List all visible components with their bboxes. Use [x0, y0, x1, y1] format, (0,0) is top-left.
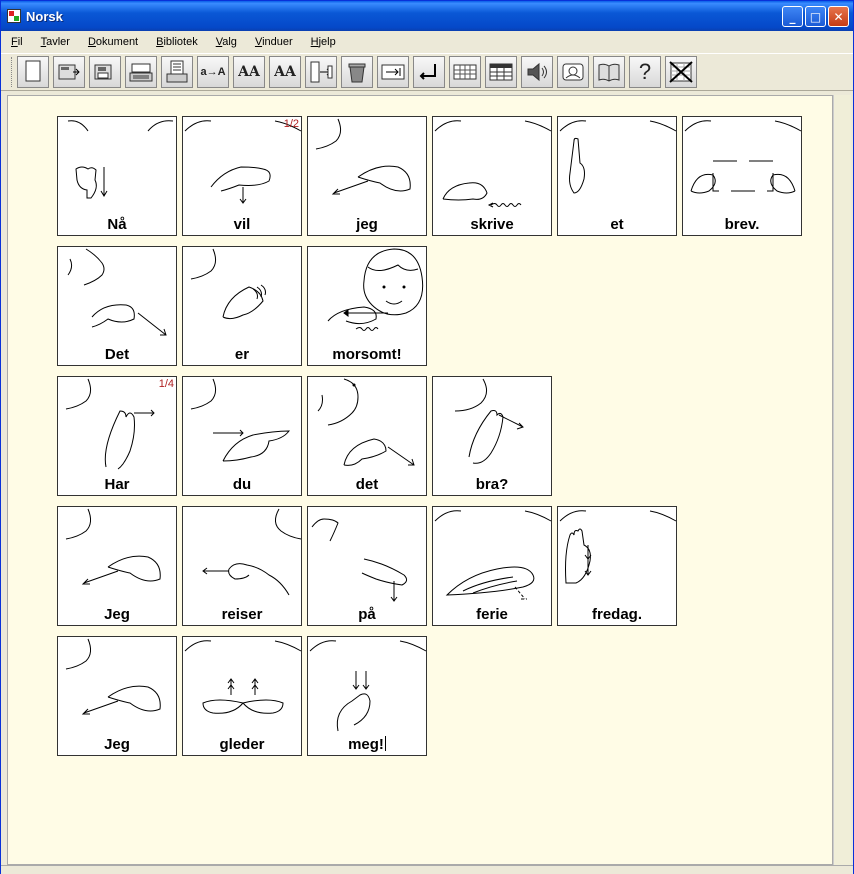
title-bar[interactable]: Norsk _ □ ✕ — [1, 1, 853, 31]
menu-tavler[interactable]: Tavler — [41, 36, 70, 48]
sign-word: fredag. — [591, 606, 642, 623]
tab-icon — [381, 64, 405, 80]
sign-word: ferie — [476, 606, 508, 623]
sign-word: Jeg — [104, 736, 130, 753]
vertical-scrollbar[interactable] — [833, 95, 851, 865]
new-document-button[interactable] — [17, 56, 49, 88]
page-indicator: 1/4 — [158, 378, 174, 390]
app-icon[interactable] — [7, 9, 21, 23]
sign-word: er — [234, 346, 250, 363]
menu-fil[interactable]: Fil — [11, 36, 23, 48]
sign-word: bra? — [475, 476, 509, 493]
help-button[interactable]: ? — [629, 56, 661, 88]
table-icon — [489, 63, 513, 81]
speak-button[interactable] — [521, 56, 553, 88]
sign-word: vil — [233, 216, 251, 233]
application-window: Norsk _ □ ✕ Fil Tavler Dokument Bibliote… — [0, 0, 854, 874]
exit-button[interactable] — [665, 56, 697, 88]
trash-icon — [348, 63, 366, 83]
sign-word: du — [232, 476, 252, 493]
window-title: Norsk — [26, 8, 63, 24]
sign-card[interactable]: gleder — [182, 636, 302, 756]
sign-word: meg! — [348, 736, 386, 753]
sign-word: på — [358, 606, 376, 623]
insert-arrow-icon — [310, 61, 333, 83]
sign-word: Nå — [107, 216, 127, 233]
page-indicator: 1/2 — [283, 118, 299, 130]
tab-forward-button[interactable] — [377, 56, 409, 88]
sign-word: det — [355, 476, 379, 493]
sign-card[interactable]: skrive — [432, 116, 552, 236]
new-line-button[interactable] — [413, 56, 445, 88]
sign-card[interactable]: morsomt! — [307, 246, 427, 366]
picture-icon — [562, 63, 584, 81]
sign-card[interactable]: du — [182, 376, 302, 496]
sign-card[interactable]: på — [307, 506, 427, 626]
menu-bibliotek[interactable]: Bibliotek — [156, 36, 198, 48]
sign-word: brev. — [724, 216, 760, 233]
sign-card[interactable]: Jeg — [57, 506, 177, 626]
sign-card[interactable]: ferie — [432, 506, 552, 626]
sign-word: Har — [104, 476, 130, 493]
toolbar: a→A AA AA ? — [1, 53, 853, 91]
enter-icon — [419, 64, 436, 80]
document-area[interactable]: Nå 1/2 vil jeg skrive et brev. Det er mo… — [7, 95, 833, 865]
print-preview-button[interactable] — [125, 56, 157, 88]
sign-word: skrive — [470, 216, 514, 233]
sign-card[interactable]: Jeg — [57, 636, 177, 756]
sign-card[interactable]: jeg — [307, 116, 427, 236]
open-button[interactable] — [53, 56, 85, 88]
delete-button[interactable] — [341, 56, 373, 88]
sign-word: morsomt! — [332, 346, 402, 363]
menu-hjelp[interactable]: Hjelp — [311, 36, 336, 48]
dictionary-button[interactable] — [593, 56, 625, 88]
maximize-button[interactable]: □ — [805, 6, 826, 27]
sign-card[interactable]: reiser — [182, 506, 302, 626]
sign-word: et — [610, 216, 624, 233]
sign-word: Jeg — [104, 606, 130, 623]
printer-icon — [166, 60, 188, 83]
sign-card[interactable]: det — [307, 376, 427, 496]
sign-card[interactable]: fredag. — [557, 506, 677, 626]
sign-card[interactable]: Det — [57, 246, 177, 366]
exit-icon — [669, 61, 693, 83]
keyboard-icon — [129, 63, 153, 82]
status-bar — [1, 865, 853, 874]
sign-card[interactable]: bra? — [432, 376, 552, 496]
sign-word: Det — [104, 346, 130, 363]
menu-dokument[interactable]: Dokument — [88, 36, 138, 48]
sign-card[interactable]: 1/4 Har — [57, 376, 177, 496]
close-button[interactable]: ✕ — [828, 6, 849, 27]
sign-card[interactable]: er — [182, 246, 302, 366]
speaker-icon — [527, 62, 547, 82]
sign-card[interactable]: 1/2 vil — [182, 116, 302, 236]
save-icon — [94, 64, 112, 80]
save-button[interactable] — [89, 56, 121, 88]
table-button[interactable] — [485, 56, 517, 88]
insert-button[interactable] — [305, 56, 337, 88]
sign-word: gleder — [219, 736, 265, 753]
menu-bar: Fil Tavler Dokument Bibliotek Valg Vindu… — [1, 31, 853, 53]
image-button[interactable] — [557, 56, 589, 88]
menu-vinduer[interactable]: Vinduer — [255, 36, 293, 48]
text-cursor — [384, 736, 386, 751]
toolbar-grip[interactable] — [11, 57, 14, 87]
case-button[interactable]: a→A — [197, 56, 229, 88]
sign-card[interactable]: brev. — [682, 116, 802, 236]
sign-word: jeg — [356, 216, 378, 233]
menu-valg[interactable]: Valg — [216, 36, 237, 48]
open-icon — [58, 64, 80, 80]
font-smaller-button[interactable]: AA — [269, 56, 301, 88]
minimize-button[interactable]: _ — [782, 6, 803, 27]
font-larger-button[interactable]: AA — [233, 56, 265, 88]
grid-button[interactable] — [449, 56, 481, 88]
sign-card[interactable]: et — [557, 116, 677, 236]
new-page-icon — [25, 60, 41, 82]
sign-card[interactable]: Nå — [57, 116, 177, 236]
sign-word: reiser — [221, 606, 263, 623]
book-icon — [598, 63, 620, 82]
sign-card[interactable]: meg! — [307, 636, 427, 756]
grid-icon — [453, 64, 477, 80]
print-button[interactable] — [161, 56, 193, 88]
